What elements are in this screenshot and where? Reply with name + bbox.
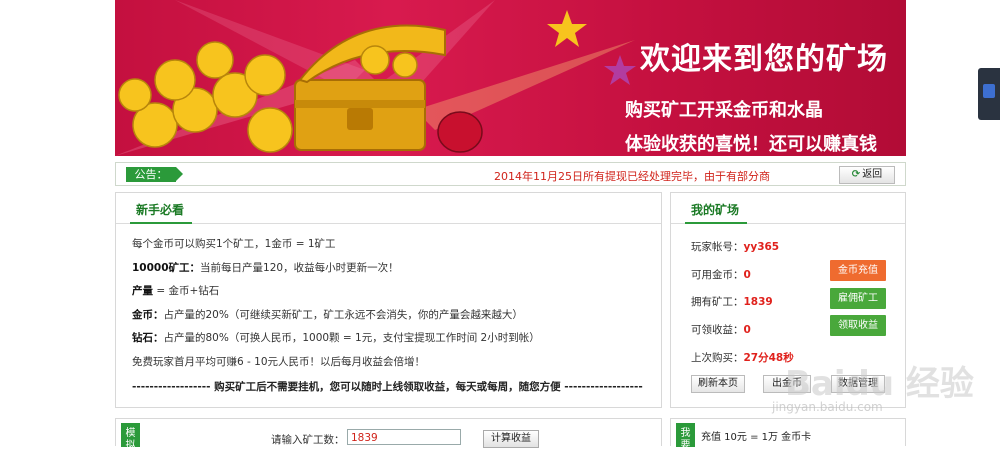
back-button[interactable]: ⟳ 返回: [839, 166, 895, 184]
notice-tag: 公告：: [126, 167, 183, 182]
guide-line: 金币：占产量的20%（可继续买新矿工，矿工永远不会消失，你的产量会越来越大）: [132, 308, 523, 321]
guide-line: 10000矿工：当前每日产量120，收益每小时更新一次！: [132, 261, 399, 274]
app-icon: [983, 84, 995, 98]
miners-row: 拥有矿工：1839: [691, 296, 773, 308]
guide-title: 新手必看: [136, 203, 185, 217]
miner-count-input[interactable]: 1839: [347, 429, 461, 445]
coins-row: 可用金币：0: [691, 269, 751, 281]
mine-title: 我的矿场: [691, 203, 740, 217]
buy-side-tag: 我要: [676, 423, 695, 451]
calc-side-tag: 模拟: [121, 423, 140, 451]
guide-line: 免费玩家首月平均可赚6 - 10元人民币！以后每月收益会倍增！: [132, 355, 426, 368]
back-button-label: 返回: [862, 169, 883, 180]
miner-count-label: 请输入矿工数：: [271, 434, 345, 446]
guide-line: 产量 = 金币+钻石: [132, 285, 220, 297]
panel-header: 新手必看: [116, 193, 661, 224]
collect-income-button[interactable]: 领取收益: [830, 315, 886, 336]
refresh-icon: ⟳: [851, 169, 861, 180]
banner-title: 欢迎来到您的矿场: [640, 42, 888, 77]
beginner-guide-panel: 新手必看 每个金币可以购买1个矿工，1金币 = 1矿工 10000矿工：当前每日…: [115, 192, 662, 408]
watermark-url: jingyan.baidu.com: [772, 400, 883, 414]
notice-text[interactable]: 2014年11月25日所有提现已经处理完毕，由于有部分商: [494, 168, 770, 184]
calculate-income-button[interactable]: 计算收益: [483, 430, 539, 448]
refresh-page-button[interactable]: 刷新本页: [691, 375, 745, 393]
title-underline: [685, 222, 747, 224]
title-underline: [130, 222, 192, 224]
guide-lines: 每个金币可以购买1个矿工，1金币 = 1矿工 10000矿工：当前每日产量120…: [132, 236, 653, 377]
guide-line: 钻石：占产量的80%（可换人民币，1000颗 = 1元，支付宝提现工作时间 2小…: [132, 332, 540, 344]
account-value: yy365: [743, 241, 780, 253]
last-buy-row: 上次购买：27分48秒: [691, 352, 794, 364]
income-row: 可领收益：0: [691, 324, 751, 336]
buy-panel: 我要 充值 10元 = 1万 金币卡: [670, 418, 906, 451]
floating-toolbar[interactable]: [978, 68, 1000, 120]
income-calculator: 模拟 请输入矿工数： 1839 计算收益: [115, 418, 662, 451]
banner-subtitle-1: 购买矿工开采金币和水晶: [625, 100, 823, 121]
miners-value: 1839: [743, 296, 773, 308]
recharge-rate-text[interactable]: 充值 10元 = 1万 金币卡: [701, 428, 811, 443]
coins-value: 0: [743, 269, 751, 281]
watermark-logo: Baidu 经验: [785, 364, 974, 404]
hire-miners-button[interactable]: 雇佣矿工: [830, 288, 886, 309]
banner: 欢迎来到您的矿场 购买矿工开采金币和水晶 体验收获的喜悦！还可以赚真钱哦！: [115, 0, 906, 156]
notice-bar: 公告： 2014年11月25日所有提现已经处理完毕，由于有部分商 ⟳ 返回: [115, 162, 906, 186]
guide-footer: ------------------ 购买矿工后不需要挂机，您可以随时上线领取收…: [132, 381, 643, 393]
recharge-button[interactable]: 金币充值: [830, 260, 886, 281]
panel-header: 我的矿场: [671, 193, 905, 224]
guide-line: 每个金币可以购买1个矿工，1金币 = 1矿工: [132, 238, 336, 250]
account-row: 玩家帐号：yy365: [691, 241, 780, 253]
income-value: 0: [743, 324, 751, 336]
banner-subtitle-2: 体验收获的喜悦！还可以赚真钱哦！: [625, 134, 877, 155]
